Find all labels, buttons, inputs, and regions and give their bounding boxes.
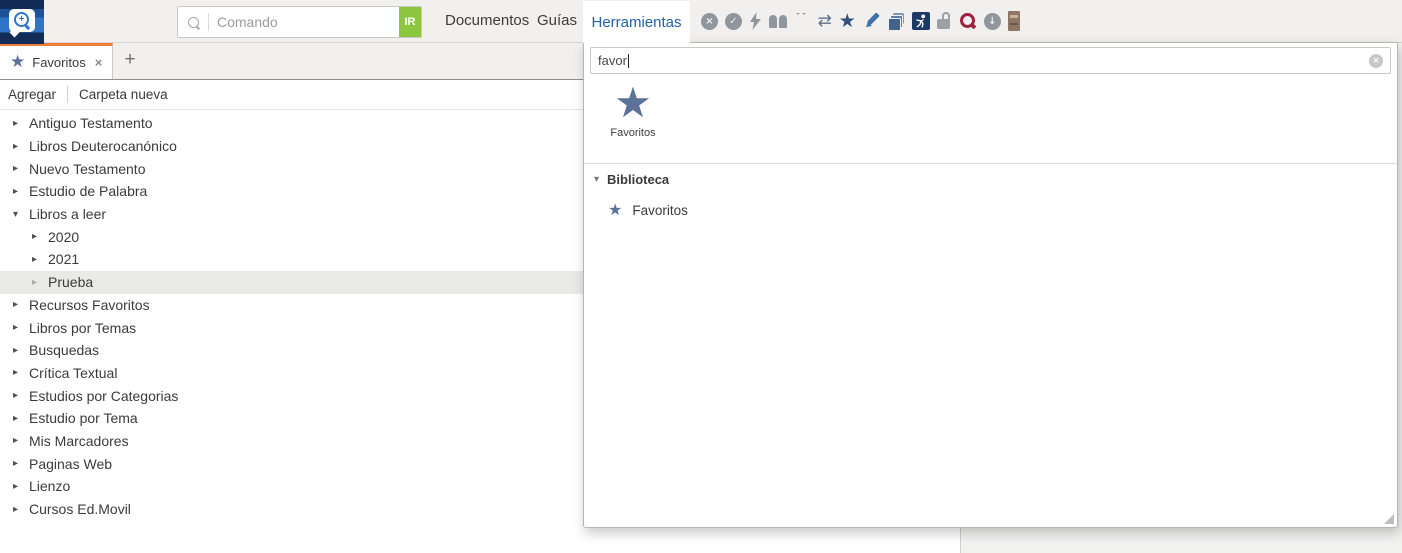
circle-down-arrow-icon[interactable]: ↓: [983, 12, 1001, 30]
chevron-right-icon[interactable]: ▸: [13, 435, 23, 446]
tab-label: Favoritos: [32, 55, 86, 70]
figure-tile-icon[interactable]: [911, 12, 930, 30]
chevron-right-icon[interactable]: ▸: [13, 163, 23, 174]
chevron-right-icon[interactable]: ▸: [13, 141, 23, 152]
library-section-header[interactable]: ▾ Biblioteca: [594, 172, 669, 187]
tools-search-value: favor: [598, 53, 627, 68]
go-button[interactable]: IR: [399, 7, 421, 37]
circle-check-icon[interactable]: ✓: [725, 12, 742, 30]
star-icon: ★: [614, 78, 652, 127]
tab-herramientas[interactable]: Herramientas: [583, 1, 690, 43]
open-lock-icon[interactable]: [936, 12, 952, 30]
chevron-right-icon[interactable]: ▸: [13, 118, 23, 129]
menu-guias[interactable]: Guías: [537, 12, 577, 29]
close-tab-icon[interactable]: ×: [95, 55, 103, 70]
chevron-right-icon[interactable]: ▸: [13, 390, 23, 401]
library-item-favoritos[interactable]: ★ Favoritos: [608, 202, 688, 218]
command-placeholder: Comando: [217, 14, 278, 30]
new-tab-button[interactable]: +: [120, 48, 140, 72]
text-cursor: [627, 53, 629, 68]
chevron-right-icon[interactable]: ▸: [13, 345, 23, 356]
clear-search-icon[interactable]: ×: [1369, 54, 1383, 68]
magnifier-icon[interactable]: [959, 12, 977, 30]
quotation-icon[interactable]: ”: [795, 13, 811, 29]
star-icon: ★: [608, 200, 623, 219]
chevron-right-icon[interactable]: ▸: [32, 231, 42, 242]
app-logo[interactable]: +: [0, 0, 44, 44]
chevron-down-icon[interactable]: ▾: [594, 174, 599, 185]
chevron-down-icon[interactable]: ▾: [13, 209, 23, 220]
lightning-icon[interactable]: [749, 12, 762, 30]
tab-favoritos[interactable]: ★ Favoritos ×: [0, 43, 113, 79]
star-icon: ★: [10, 52, 26, 72]
command-search-box[interactable]: Comando IR: [177, 6, 422, 38]
search-icon: [188, 16, 199, 28]
divider: [208, 13, 209, 31]
chevron-right-icon[interactable]: ▸: [32, 254, 42, 265]
chevron-right-icon[interactable]: ▸: [13, 504, 23, 515]
circle-x-icon[interactable]: ×: [701, 12, 718, 30]
chevron-right-icon[interactable]: ▸: [13, 186, 23, 197]
pencil-icon[interactable]: [863, 12, 881, 30]
chevron-right-icon[interactable]: ▸: [13, 413, 23, 424]
quick-tools-strip: × ✓ ” ⇄ ★ ↓: [701, 9, 1020, 33]
chevron-right-icon[interactable]: ▸: [13, 481, 23, 492]
library-section-label: Biblioteca: [607, 172, 670, 187]
library-item-label: Favoritos: [632, 202, 688, 218]
star-icon[interactable]: ★: [839, 11, 856, 31]
tool-result-favoritos[interactable]: ★ Favoritos: [602, 78, 664, 140]
chevron-right-icon[interactable]: ▸: [32, 277, 42, 288]
divider: [584, 163, 1397, 164]
new-folder-button[interactable]: Carpeta nueva: [79, 87, 168, 102]
open-book-icon[interactable]: [769, 14, 788, 28]
add-button[interactable]: Agregar: [8, 87, 56, 102]
copy-stack-icon[interactable]: [887, 12, 905, 31]
chevron-right-icon[interactable]: ▸: [13, 458, 23, 469]
tab-herramientas-label: Herramientas: [591, 13, 682, 31]
chevron-right-icon[interactable]: ▸: [13, 367, 23, 378]
tools-search-field[interactable]: favor ×: [590, 47, 1391, 74]
resize-handle[interactable]: [1384, 514, 1394, 524]
book-spine-icon[interactable]: [1007, 11, 1020, 31]
divider: [67, 86, 69, 103]
tools-dropdown-panel: Herramientas favor × ★ Favoritos ▾ Bibli…: [583, 1, 1398, 528]
tool-result-label: Favoritos: [610, 127, 656, 139]
swap-arrows-icon[interactable]: ⇄: [818, 12, 832, 30]
chevron-right-icon[interactable]: ▸: [13, 322, 23, 333]
menu-documentos[interactable]: Documentos: [445, 12, 529, 29]
chevron-right-icon[interactable]: ▸: [13, 299, 23, 310]
